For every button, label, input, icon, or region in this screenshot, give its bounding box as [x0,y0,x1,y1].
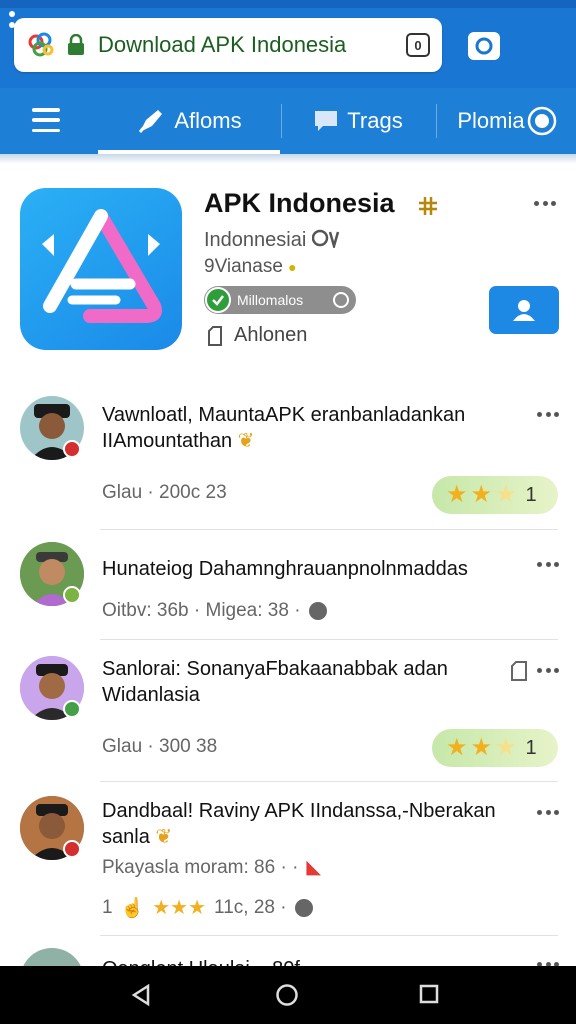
rating-value: 1 [525,736,537,759]
post-meta: Glau · 200c 23 [102,482,227,503]
globe-icon [308,602,327,620]
list-item[interactable]: Vawnloatl, MauntaAPK eranbanladankan IIA… [0,394,576,530]
shield-icon [475,37,493,55]
back-icon[interactable] [130,983,152,1007]
nav-shadow [0,154,576,164]
tab-plomia[interactable]: Plomia [438,88,576,154]
status-badge [63,440,81,458]
post-meta: Pkayasla moram: 86 · · ◣ [102,856,322,879]
edit-icon: ◣ [306,857,322,878]
check-icon [205,287,231,313]
tab-label: Trags [347,108,403,133]
list-item[interactable]: Hunateiog Dahamnghrauanpnolnmaddas Oitbv… [0,540,576,640]
lock-icon [68,34,84,55]
rating-pill[interactable]: ★ ★ ★ 1 [432,729,558,767]
compass-icon [527,106,556,136]
divider [100,639,558,640]
rating-value: 1 [525,483,537,506]
post-stats: 1 ☝ ★★★ 11c, 28 · [102,896,313,920]
rating-pill[interactable]: ★ ★ ★ 1 [432,476,558,514]
sparkle-icon: ❦ [155,826,173,848]
nav-divider [436,104,437,138]
star-icon: ★ [446,481,468,508]
post-more-button[interactable] [537,668,559,674]
status-badge [63,586,81,604]
status-badge [63,700,81,718]
star-icon: ★ [495,734,517,761]
globe-icon [294,899,313,917]
avatar [20,948,84,966]
divider [100,935,558,936]
chat-icon [315,111,338,131]
tab-switcher-button[interactable]: 0 [406,33,430,57]
post-more-button[interactable] [537,412,559,418]
tab-label: Plomia [457,108,525,133]
list-item[interactable]: Sanlorai: SonanyaFbakaanabbak adan Widan… [0,654,576,782]
star-icon: ★ [446,734,468,761]
divider [100,781,558,782]
star-icon: ★ [495,481,517,508]
browser-toolbar: Download APK Indonesia 0 [0,0,576,88]
thumb-icon: ☝ [120,898,145,919]
tab-afloms[interactable]: Afloms [98,88,280,154]
system-nav-bar [0,966,576,1024]
star-icon: ★ [470,734,493,761]
app-title: APK Indonesia [204,188,395,218]
tab-trags[interactable]: Trags [282,88,434,154]
browser-logo-icon [28,32,54,57]
recents-icon[interactable] [418,983,440,1005]
tab-label: Afloms [174,108,242,133]
shield-button[interactable] [468,32,500,60]
post-more-button[interactable] [537,562,559,568]
address-bar[interactable]: Download APK Indonesia 0 [14,18,442,72]
bookmark-icon [208,325,222,346]
app-more-button[interactable] [534,201,556,207]
list-item[interactable]: Oanglent Ulaulai... 80f [0,944,576,966]
post-title: Vawnloatl, MauntaAPK eranbanladankan IIA… [102,404,466,452]
post-title: Dandbaal! Raviny APK IIndanssa,-Nberakan… [102,800,496,848]
home-icon[interactable] [275,983,299,1007]
app-version: 9Vianase ● [204,256,297,277]
post-title: Hunateiog Dahamnghrauanpnolnmaddas [102,558,468,580]
star-icon: ★ [470,481,493,508]
sparkle-icon: ❦ [237,430,255,452]
tag-icon [419,197,437,215]
user-icon [513,300,535,321]
status-badge [63,840,81,858]
nav-tabs: Afloms Trags Plomia [0,88,576,154]
hamburger-menu-icon[interactable] [32,108,60,132]
star-icon: ★★★ [152,897,207,919]
list-item[interactable]: Dandbaal! Raviny APK IIndanssa,-Nberakan… [0,796,576,936]
post-more-button[interactable] [537,810,559,816]
app-subtitle: Indonnesiai [204,228,342,252]
post-meta: Oitbv: 36b · Migea: 38 · [102,600,327,622]
app-logo [20,188,182,350]
bulb-icon: ● [288,259,297,275]
app-category: Ahlonen [204,324,307,347]
post-meta: Glau · 300 38 [102,736,218,757]
url-text[interactable]: Download APK Indonesia [98,32,406,58]
rocket-icon [139,110,163,133]
bookmark-icon[interactable] [510,660,528,682]
post-title: Sanlorai: SonanyaFbakaanabbak adan Widan… [102,658,448,706]
follow-button[interactable] [489,286,559,334]
info-icon [333,292,349,308]
divider [100,529,558,530]
status-bar [0,0,576,8]
apk-logo-icon [42,209,162,323]
shield-check-icon [311,229,340,251]
post-title: Oanglent Ulaulai... 80f [102,956,522,966]
verified-badge: Millomalos [204,286,356,314]
